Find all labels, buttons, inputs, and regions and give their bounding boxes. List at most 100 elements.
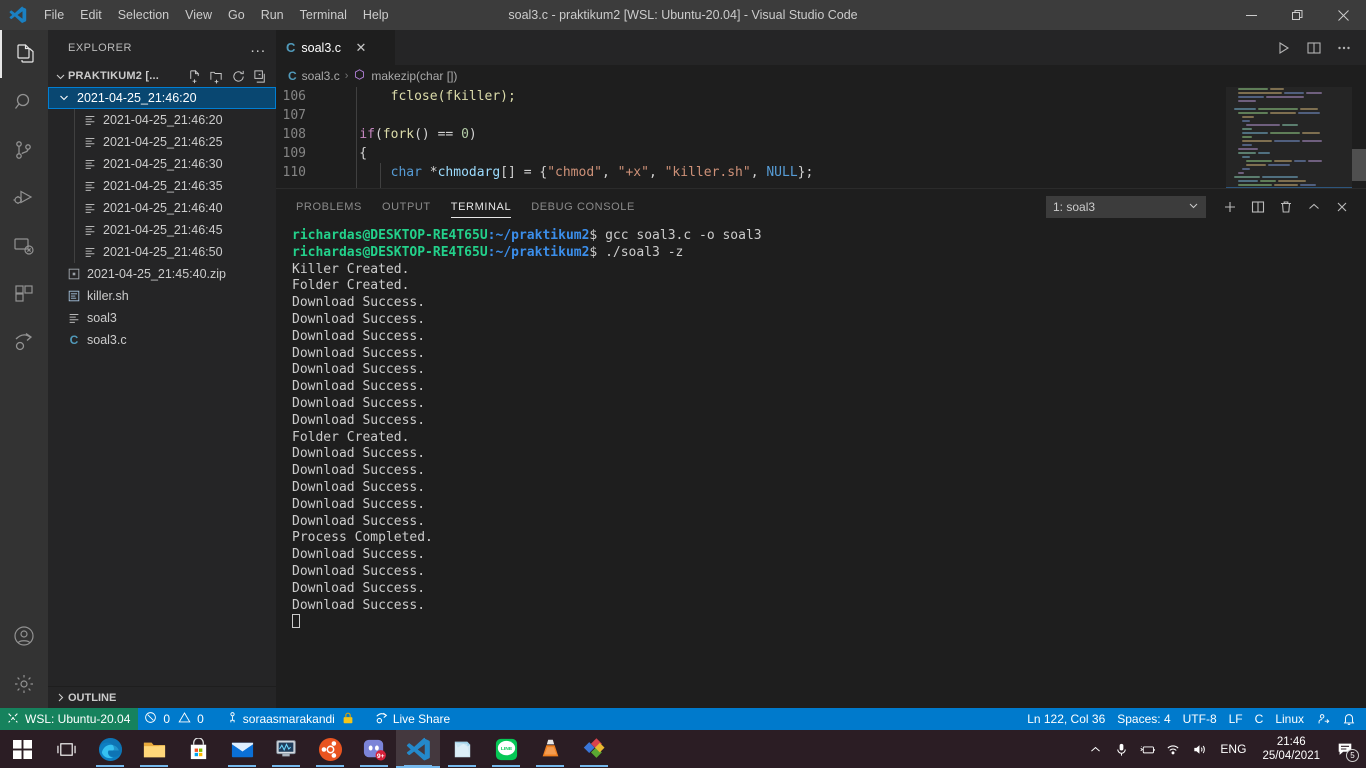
editor-scrollbar[interactable] [1352,87,1366,188]
split-editor-icon[interactable] [1300,30,1328,65]
feedback-icon[interactable] [1310,708,1336,730]
breadcrumb-file[interactable]: soal3.c [302,69,340,83]
code-editor[interactable]: 106 fclose(fkiller); 107 108 if(fork() == … [276,87,1366,188]
system-monitor-icon[interactable] [264,730,308,768]
file-tree-row[interactable]: 2021-04-25_21:46:40 [48,197,276,219]
menu-help[interactable]: Help [355,4,397,26]
activity-extensions-icon[interactable] [0,270,48,318]
sidebar-more-actions-icon[interactable]: ... [250,40,266,55]
terminal-selector-dropdown[interactable]: 1: soal3 [1046,195,1206,218]
run-icon[interactable] [1270,30,1298,65]
tab-output[interactable]: OUTPUT [382,189,431,224]
close-panel-icon[interactable] [1328,193,1356,221]
more-actions-icon[interactable] [1330,30,1358,65]
file-tree-row[interactable]: 2021-04-25_21:46:45 [48,219,276,241]
activity-source-control-icon[interactable] [0,126,48,174]
editor-scrollbar-thumb[interactable] [1352,149,1366,181]
activity-search-icon[interactable] [0,78,48,126]
discord-icon[interactable]: 9+ [352,730,396,768]
split-terminal-icon[interactable] [1244,193,1272,221]
notification-center-icon[interactable]: 5 [1328,730,1362,768]
chevron-down-icon[interactable] [56,90,72,106]
ubuntu-icon[interactable] [308,730,352,768]
new-file-icon[interactable] [184,66,204,86]
breadcrumb-c-icon: C [288,69,297,83]
status-language-mode[interactable]: C [1249,708,1270,730]
menu-run[interactable]: Run [253,4,292,26]
activity-live-share-icon[interactable] [0,318,48,366]
tray-language[interactable]: ENG [1212,742,1254,756]
tab-debug-console[interactable]: DEBUG CONSOLE [531,189,635,224]
tray-chevron-up-icon[interactable] [1082,730,1108,768]
vscode-icon[interactable] [396,730,440,768]
file-tree-row[interactable]: 2021-04-25_21:45:40.zip [48,263,276,285]
restore-icon[interactable] [1274,0,1320,30]
activity-remote-explorer-icon[interactable] [0,222,48,270]
menu-file[interactable]: File [36,4,72,26]
microsoft-store-icon[interactable] [176,730,220,768]
tab-terminal[interactable]: TERMINAL [450,189,512,224]
edge-icon[interactable] [88,730,132,768]
menu-terminal[interactable]: Terminal [292,4,355,26]
outline-section-header[interactable]: OUTLINE [48,686,276,708]
file-tree-row[interactable]: 2021-04-25_21:46:20 [48,109,276,131]
tray-clock[interactable]: 21:46 25/04/2021 [1254,730,1328,768]
app-icon[interactable] [572,730,616,768]
refresh-icon[interactable] [228,66,248,86]
status-encoding[interactable]: UTF-8 [1177,708,1223,730]
vlc-icon[interactable] [528,730,572,768]
status-cursor-position[interactable]: Ln 122, Col 36 [1021,708,1111,730]
maximize-panel-icon[interactable] [1300,193,1328,221]
wifi-icon[interactable] [1160,730,1186,768]
file-tree-row[interactable]: 2021-04-25_21:46:20 [48,87,276,109]
collapse-all-icon[interactable] [250,66,270,86]
minimap[interactable] [1226,87,1352,188]
status-live-share[interactable]: Live Share [369,708,456,730]
start-windows-icon[interactable] [0,730,44,768]
kill-terminal-icon[interactable] [1272,193,1300,221]
breadcrumb-symbol[interactable]: makezip(char []) [371,69,457,83]
activity-accounts-icon[interactable] [0,612,48,660]
bell-icon[interactable] [1336,708,1362,730]
status-account[interactable]: soraasmarakandi [220,708,361,730]
activity-run-debug-icon[interactable] [0,174,48,222]
volume-icon[interactable] [1186,730,1212,768]
folder-section-header[interactable]: PRAKTIKUM2 [... [48,65,276,87]
activity-explorer-icon[interactable] [0,30,48,78]
mail-icon[interactable] [220,730,264,768]
battery-icon[interactable] [1134,730,1160,768]
indent-guide [74,241,75,263]
new-folder-icon[interactable] [206,66,226,86]
minimize-icon[interactable] [1228,0,1274,30]
line-icon[interactable]: LINE [484,730,528,768]
menu-selection[interactable]: Selection [110,4,177,26]
file-tree-row[interactable]: 2021-04-25_21:46:25 [48,131,276,153]
file-explorer-icon[interactable] [132,730,176,768]
new-terminal-icon[interactable] [1216,193,1244,221]
menu-view[interactable]: View [177,4,220,26]
status-remote-indicator[interactable]: WSL: Ubuntu-20.04 [0,708,139,730]
file-tree-row[interactable]: killer.sh [48,285,276,307]
status-problems[interactable]: 0 0 [138,708,209,730]
status-indentation[interactable]: Spaces: 4 [1111,708,1176,730]
close-icon[interactable] [1320,0,1366,30]
tab-close-icon[interactable]: ✕ [353,40,369,56]
file-tree-row[interactable]: 2021-04-25_21:46:35 [48,175,276,197]
status-platform[interactable]: Linux [1269,708,1310,730]
activity-settings-gear-icon[interactable] [0,660,48,708]
file-tree-row[interactable]: Csoal3.c [48,329,276,351]
status-eol[interactable]: LF [1223,708,1249,730]
menu-edit[interactable]: Edit [72,4,110,26]
task-view-icon[interactable] [44,730,88,768]
minimap-slider[interactable] [1226,87,1352,188]
menu-go[interactable]: Go [220,4,253,26]
tab-problems[interactable]: PROBLEMS [296,189,362,224]
file-tree-row[interactable]: soal3 [48,307,276,329]
file-tree-row[interactable]: 2021-04-25_21:46:50 [48,241,276,263]
terminal-output[interactable]: richardas@DESKTOP-RE4T65U:~/praktikum2$ … [276,224,1366,709]
tab-soal3-c[interactable]: C soal3.c ✕ [276,30,396,65]
terminal-prompt-user: richardas@DESKTOP-RE4T65U [292,244,488,260]
file-tree-row[interactable]: 2021-04-25_21:46:30 [48,153,276,175]
notes-icon[interactable] [440,730,484,768]
microphone-icon[interactable] [1108,730,1134,768]
